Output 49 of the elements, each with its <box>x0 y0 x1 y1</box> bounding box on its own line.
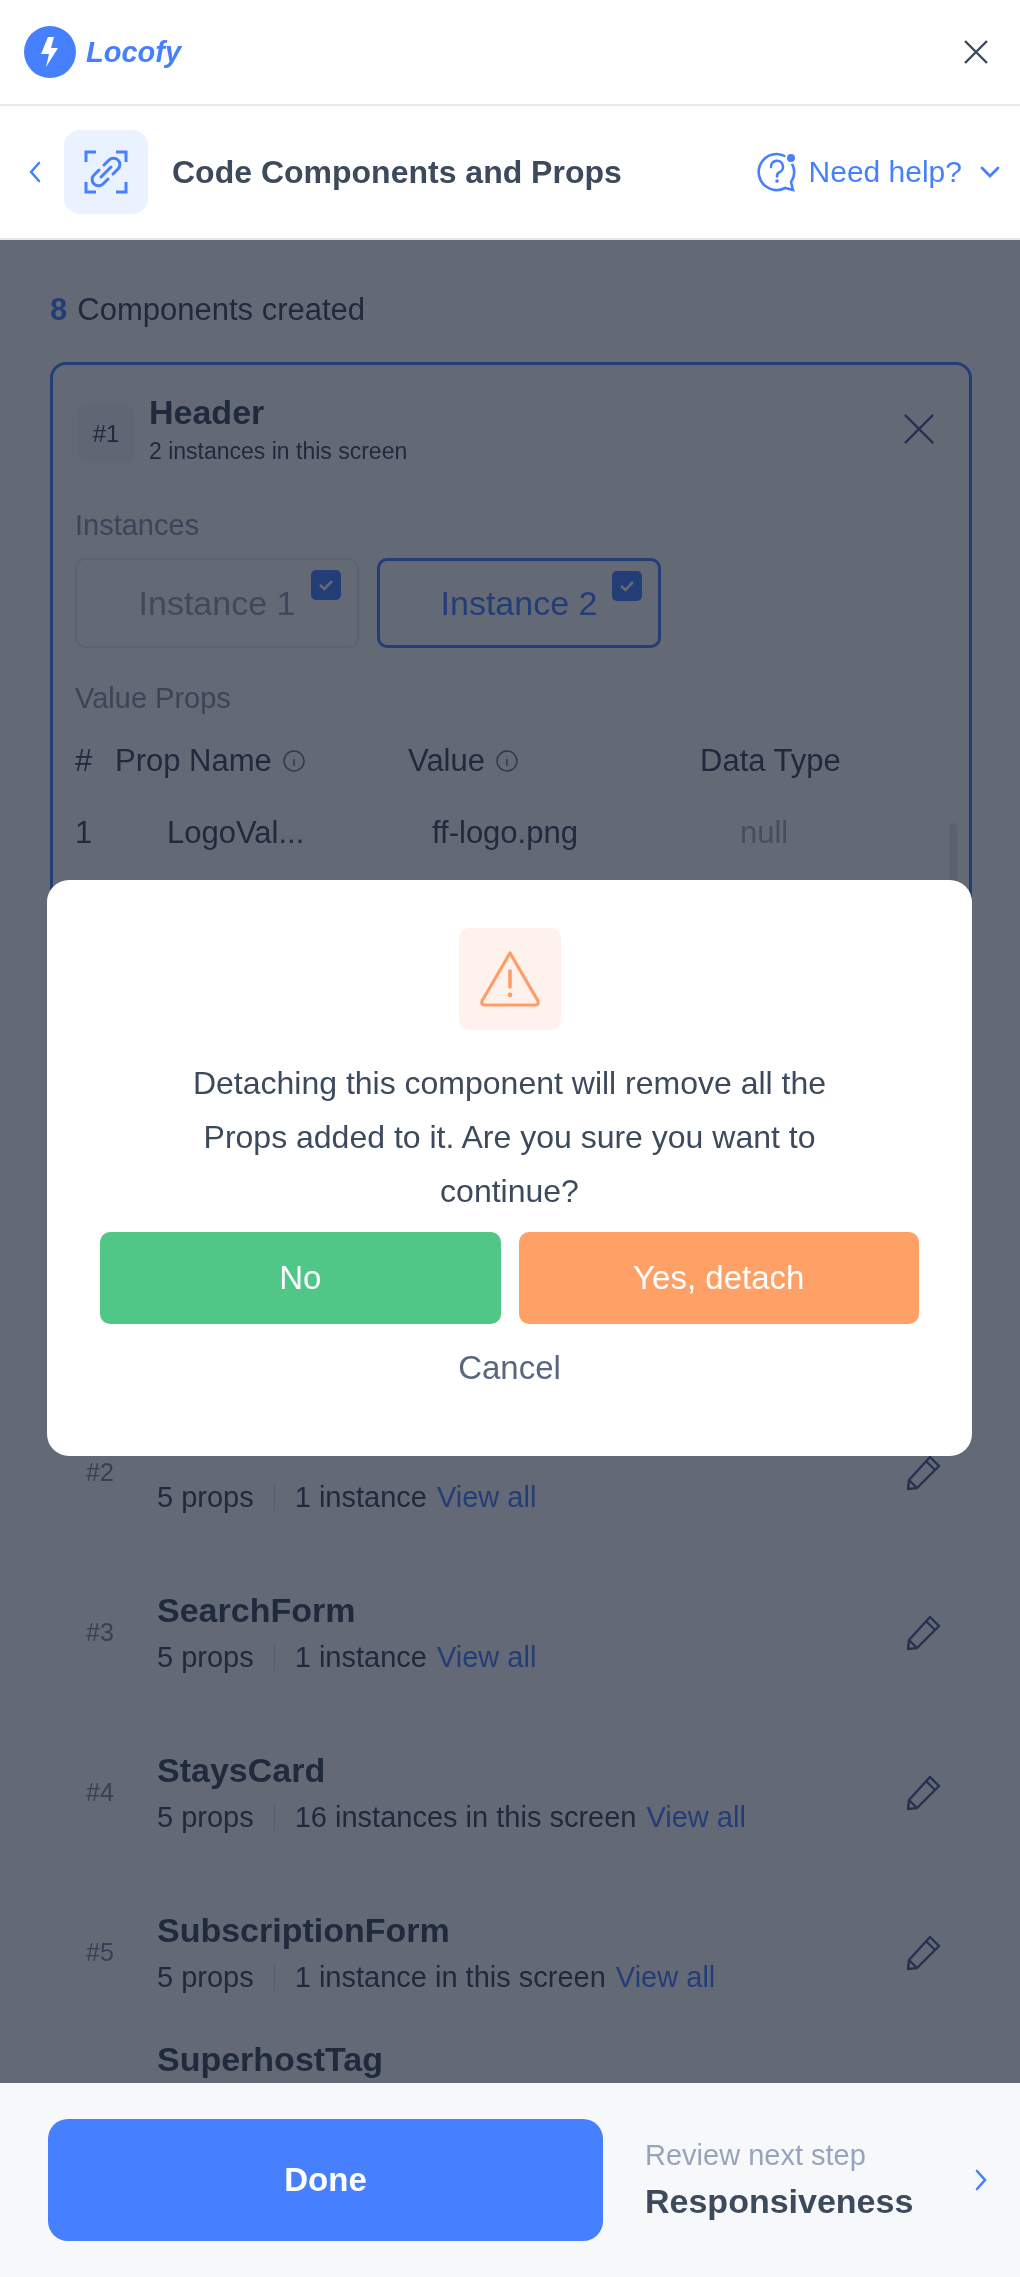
column-header: # <box>75 743 93 779</box>
component-count: 8 <box>50 292 68 328</box>
page-title: Code Components and Props <box>172 153 622 191</box>
chevron-right-icon[interactable] <box>974 2168 988 2192</box>
link-icon <box>64 130 148 214</box>
component-name: SearchForm <box>157 1590 357 1631</box>
column-header: Data Type <box>700 743 841 779</box>
table-cell: ff-logo.png <box>432 815 578 851</box>
view-all-link[interactable]: View all <box>436 1480 537 1514</box>
cancel-button[interactable]: Cancel <box>452 1348 567 1388</box>
component-name: StaysCard <box>157 1750 327 1791</box>
detach-button[interactable]: Yes, detach <box>518 1232 919 1324</box>
warning-icon <box>458 928 561 1030</box>
column-header: Value <box>408 743 485 779</box>
instance-count: 16 instances in this screen <box>294 1800 637 1834</box>
instance-count: 1 instance <box>294 1640 427 1674</box>
back-chevron-icon[interactable] <box>28 160 42 184</box>
view-all-link[interactable]: View all <box>615 1960 716 1994</box>
table-cell: LogoVal... <box>167 815 305 851</box>
lightning-logo-icon <box>24 26 76 78</box>
instance-count: 1 instance <box>294 1480 427 1514</box>
column-header: Prop Name <box>115 743 272 779</box>
brand-name: Locofy <box>86 35 182 69</box>
props-count: 5 props <box>157 1960 254 1994</box>
done-button[interactable]: Done <box>48 2119 603 2241</box>
chevron-down-icon[interactable] <box>980 166 1000 178</box>
help-bubble-icon <box>754 150 799 194</box>
summary-label: Components created <box>77 292 366 328</box>
next-step-link[interactable]: Responsiveness <box>645 2182 914 2221</box>
help-link[interactable]: Need help? <box>754 150 1000 194</box>
component-name: SubscriptionForm <box>157 1910 451 1951</box>
checkbox[interactable] <box>311 570 341 600</box>
view-all-link[interactable]: View all <box>646 1800 746 1834</box>
props-count: 5 props <box>157 1800 254 1834</box>
props-count: 5 props <box>157 1640 254 1674</box>
instance-count: 1 instance in this screen <box>294 1960 606 1994</box>
props-count: 5 props <box>157 1480 254 1514</box>
close-icon[interactable] <box>962 38 990 66</box>
instance-tab[interactable]: Instance 2 <box>377 558 661 648</box>
dialog-message: Detaching this component will remove all the Props added to it. Are you sure you want to continue? <box>191 1064 828 1211</box>
component-number: #1 <box>77 405 135 463</box>
component-name: Header <box>149 393 266 432</box>
no-button[interactable]: No <box>100 1232 501 1324</box>
component-subtitle: 2 instances in this screen <box>149 438 408 465</box>
component-name: SuperhostTag <box>157 2040 384 2080</box>
next-step-caption: Review next step <box>645 2139 867 2172</box>
table-cell: 1 <box>75 815 93 851</box>
view-all-link[interactable]: View all <box>436 1640 537 1674</box>
checkbox[interactable] <box>612 571 642 601</box>
